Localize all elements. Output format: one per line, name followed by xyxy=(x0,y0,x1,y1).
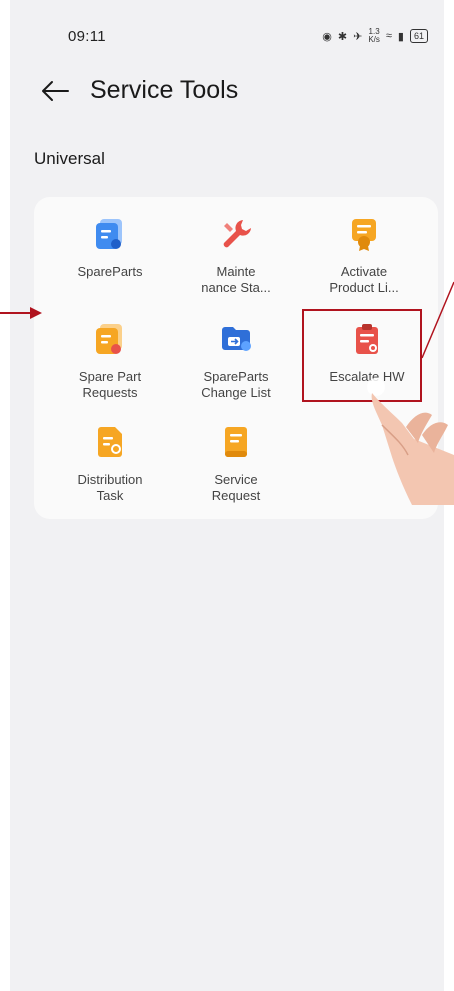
section-label: Universal xyxy=(34,149,105,168)
tool-spare-part-requests[interactable]: Spare Part Requests xyxy=(55,322,165,401)
status-bar: 09:11 ◉ ✱ ✈ 1.3 K/s ≈ ▮ 61 xyxy=(10,26,444,50)
tool-label: SpareParts Change List xyxy=(181,369,291,401)
tool-label: Service Request xyxy=(181,472,291,504)
tool-label-line2: Change List xyxy=(201,385,271,400)
tool-label: Distribution Task xyxy=(55,472,165,504)
tool-label: SpareParts xyxy=(55,264,165,280)
wifi-icon: ≈ xyxy=(385,30,392,42)
tool-label-line1: Service xyxy=(214,472,258,487)
bluetooth-icon: ✱ xyxy=(337,30,348,43)
tool-label-line2: Requests xyxy=(82,385,138,400)
status-time: 09:11 xyxy=(68,28,106,45)
tool-label-line1: Distribution xyxy=(77,472,143,487)
signal-icon: ▮ xyxy=(397,30,404,43)
tool-label: Activate Product Li... xyxy=(309,264,419,296)
speed-unit: K/s xyxy=(368,35,380,44)
change-list-folder-icon xyxy=(222,327,251,351)
tool-label-line2: Task xyxy=(96,488,124,503)
status-icons: ◉ ✱ ✈ 1.3 K/s ≈ ▮ 61 xyxy=(322,28,428,44)
tool-label-line2: Request xyxy=(211,488,261,503)
tool-label-line1: SpareParts xyxy=(77,264,143,279)
tool-label-line1: Spare Part xyxy=(78,369,142,384)
tool-distribution-task[interactable]: Distribution Task xyxy=(55,425,165,504)
distribution-task-icon xyxy=(98,427,122,457)
tool-label-line1: Mainte xyxy=(216,264,256,279)
back-arrow-icon[interactable] xyxy=(40,78,70,104)
spare-parts-icon xyxy=(96,219,122,249)
network-speed: 1.3 K/s xyxy=(368,28,380,44)
page-title: Service Tools xyxy=(90,76,239,104)
tool-label: Mainte nance Sta... xyxy=(181,264,291,296)
eye-icon: ◉ xyxy=(322,30,332,43)
pointer-line xyxy=(421,281,454,359)
tapping-hand-icon xyxy=(367,378,454,505)
mute-icon: ✈ xyxy=(353,30,363,43)
tool-label-line1: Activate xyxy=(340,264,388,279)
tool-label-line2: Product Li... xyxy=(329,280,399,295)
service-request-icon xyxy=(225,427,247,457)
tool-maintenance[interactable]: Mainte nance Sta... xyxy=(181,217,291,296)
annotation-arrow-icon xyxy=(0,307,42,319)
tool-label: Spare Part Requests xyxy=(55,369,165,401)
maintenance-wrench-icon xyxy=(223,220,251,248)
tool-spareparts-change-list[interactable]: SpareParts Change List xyxy=(181,322,291,401)
tool-label-line2: nance Sta... xyxy=(201,280,271,295)
tool-label-line1: SpareParts xyxy=(203,369,269,384)
tool-activate-product[interactable]: Activate Product Li... xyxy=(309,217,419,296)
title-bar: Service Tools xyxy=(10,70,444,114)
tool-service-request[interactable]: Service Request xyxy=(181,425,291,504)
tool-spareparts[interactable]: SpareParts xyxy=(55,217,165,280)
battery-icon: 61 xyxy=(409,29,428,43)
activate-license-icon xyxy=(352,219,376,251)
spare-part-requests-icon xyxy=(96,324,122,354)
